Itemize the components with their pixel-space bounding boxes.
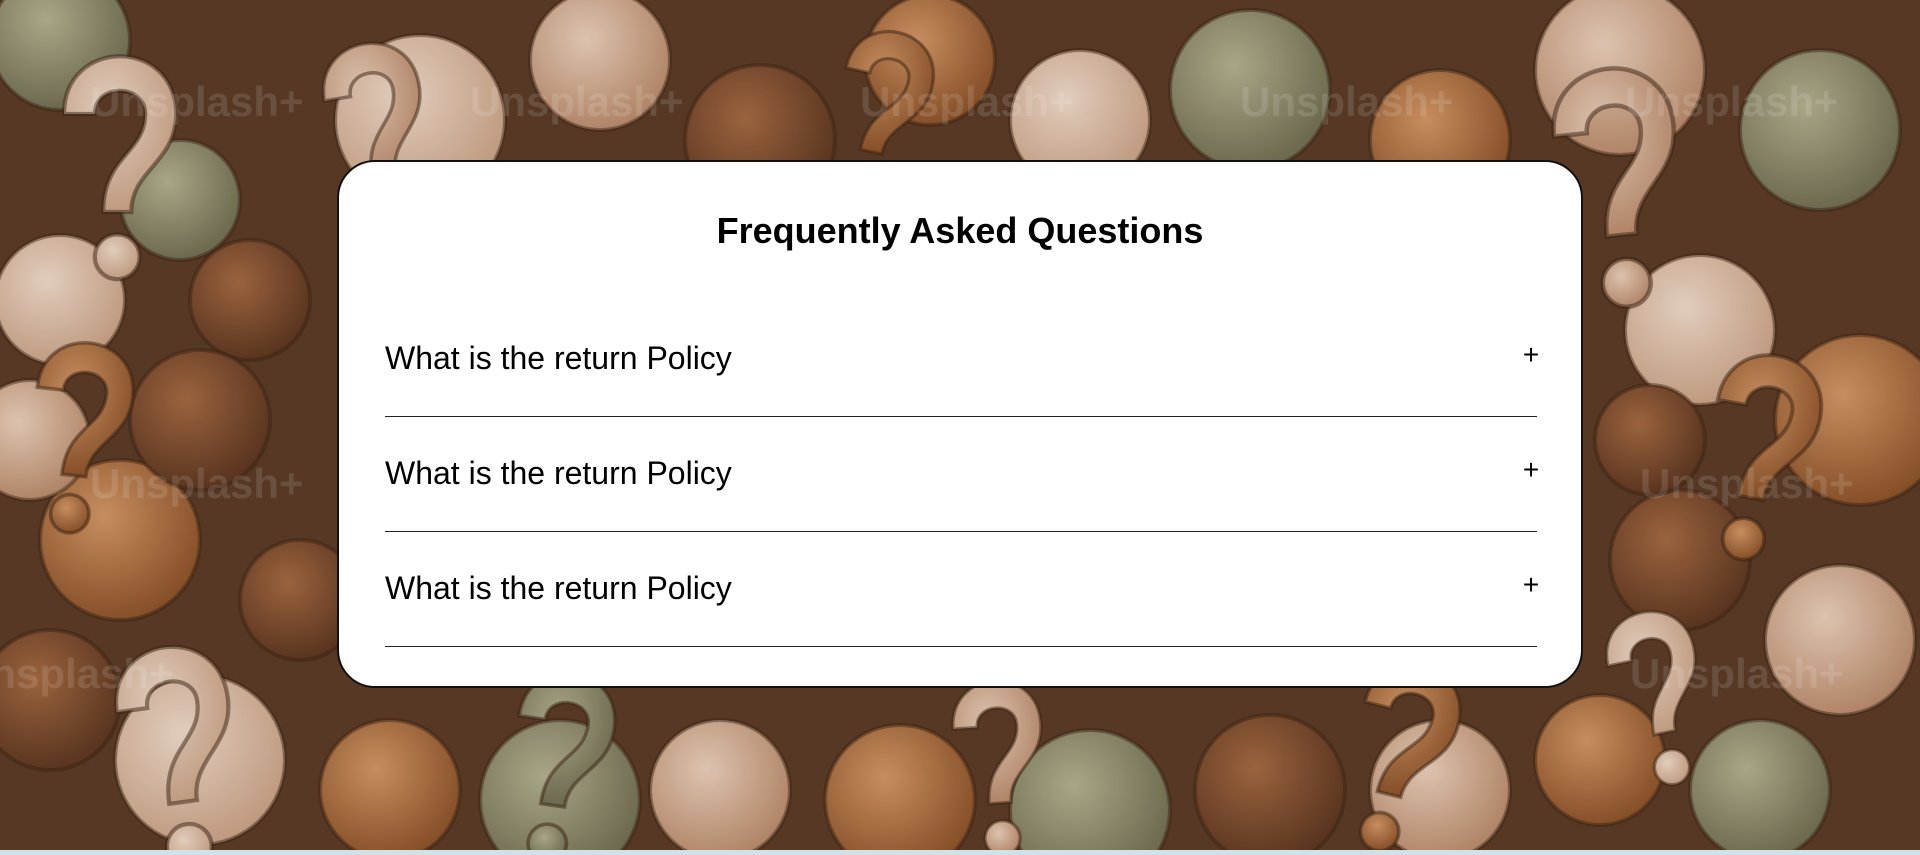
faq-question: What is the return Policy bbox=[385, 340, 732, 376]
faq-card: Frequently Asked Questions What is the r… bbox=[337, 160, 1583, 688]
watermark-text: Unsplash+ bbox=[1625, 78, 1839, 125]
watermark-text: Unsplash+ bbox=[470, 78, 684, 125]
watermark-text: Unsplash+ bbox=[90, 460, 304, 507]
watermark-text: Unsplash+ bbox=[1630, 650, 1844, 697]
watermark-text: Unsplash+ bbox=[860, 78, 1074, 125]
faq-list: What is the return Policy + What is the … bbox=[385, 302, 1539, 647]
plus-icon[interactable]: + bbox=[1519, 571, 1543, 599]
bottom-strip bbox=[0, 850, 1920, 855]
faq-item[interactable]: What is the return Policy + bbox=[385, 417, 1539, 532]
watermark-text: Unsplash+ bbox=[90, 78, 304, 125]
faq-item[interactable]: What is the return Policy + bbox=[385, 532, 1539, 647]
faq-question: What is the return Policy bbox=[385, 570, 732, 606]
faq-title: Frequently Asked Questions bbox=[716, 210, 1204, 251]
faq-question: What is the return Policy bbox=[385, 455, 732, 491]
plus-icon[interactable]: + bbox=[1519, 341, 1543, 369]
watermark-text: Unsplash+ bbox=[0, 650, 174, 697]
watermark-text: Unsplash+ bbox=[1240, 78, 1454, 125]
faq-item[interactable]: What is the return Policy + bbox=[385, 302, 1539, 417]
watermark-text: Unsplash+ bbox=[1640, 460, 1854, 507]
plus-icon[interactable]: + bbox=[1519, 456, 1543, 484]
